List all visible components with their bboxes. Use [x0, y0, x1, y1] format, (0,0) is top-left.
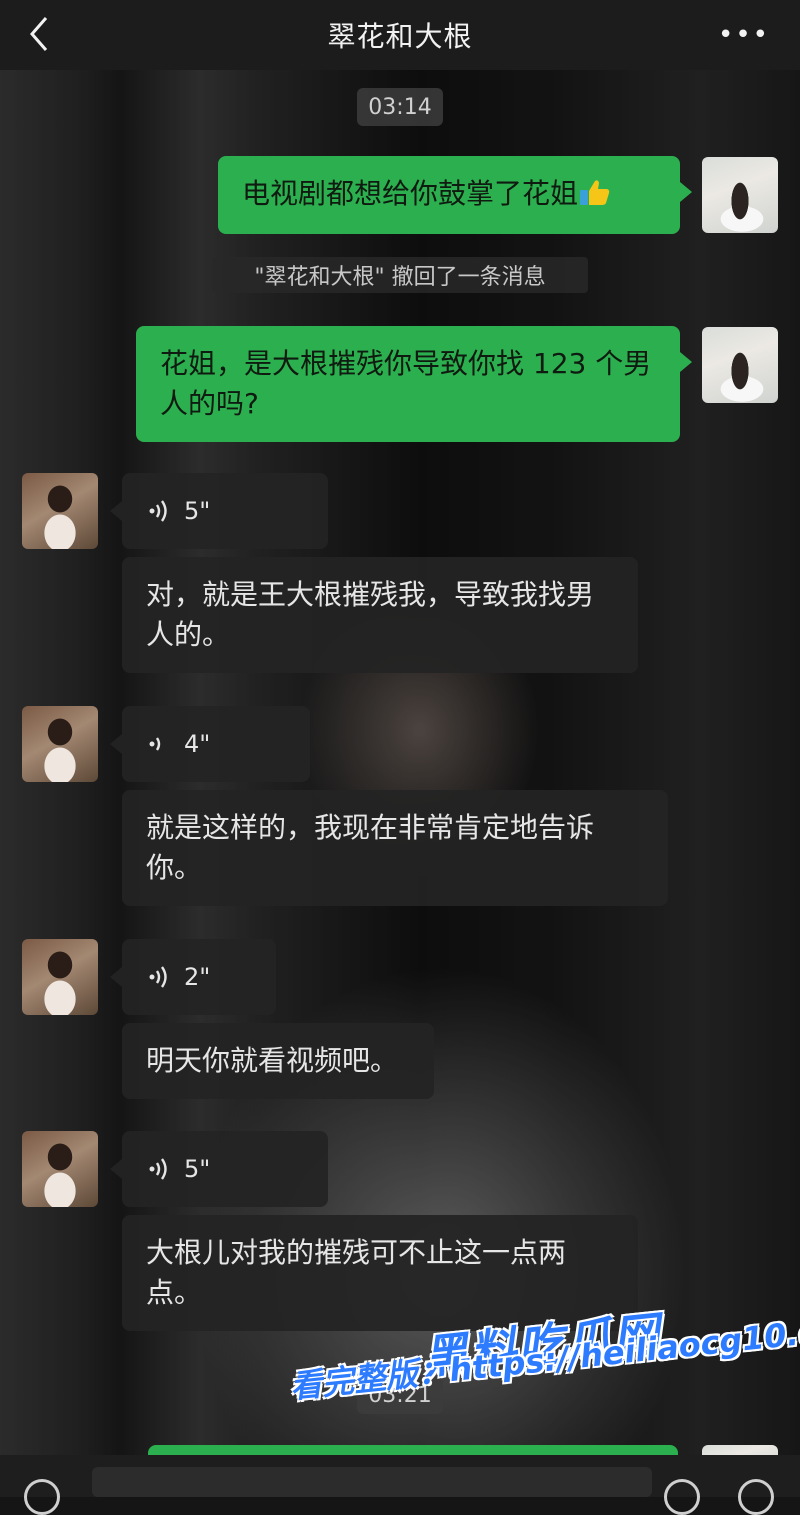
- my-avatar[interactable]: [702, 327, 778, 403]
- emoji-icon[interactable]: [664, 1479, 700, 1515]
- voice-duration: 4": [184, 730, 211, 758]
- sent-message[interactable]: 花姐，是大根摧残你导致你找 123 个男人的吗?: [136, 326, 692, 442]
- received-message[interactable]: 就是这样的，我现在非常肯定地告诉你。: [122, 790, 668, 906]
- message-text: 明天你就看视频吧。: [146, 1044, 399, 1077]
- voice-message[interactable]: 2": [110, 939, 276, 1015]
- timestamp: 03:14: [357, 88, 443, 126]
- voice-toggle-icon[interactable]: [24, 1479, 60, 1515]
- voice-message[interactable]: 5": [110, 1131, 328, 1207]
- voice-wave-icon: [149, 500, 167, 522]
- voice-duration: 2": [184, 963, 211, 991]
- input-bar: [0, 1455, 800, 1515]
- message-text: 电视剧都想给你鼓掌了花姐: [242, 177, 579, 210]
- back-chevron-icon[interactable]: [22, 12, 62, 56]
- message-text: 花姐，是大根摧残你导致你找 123 个男人的吗?: [160, 347, 652, 420]
- nav-bar: 翠花和大根 •••: [0, 0, 800, 70]
- recall-notice: "翠花和大根" 撤回了一条消息: [212, 257, 588, 293]
- voice-wave-icon: [149, 966, 167, 988]
- my-avatar[interactable]: [702, 157, 778, 233]
- add-icon[interactable]: [738, 1479, 774, 1515]
- message-text: 大根儿对我的摧残可不止这一点两点。: [146, 1236, 567, 1309]
- chat-title: 翠花和大根: [327, 20, 473, 53]
- message-text: 就是这样的，我现在非常肯定地告诉你。: [146, 811, 595, 884]
- more-options-icon[interactable]: •••: [718, 22, 770, 48]
- sent-message[interactable]: 电视剧都想给你鼓掌了花姐: [218, 156, 692, 234]
- contact-avatar[interactable]: [22, 706, 98, 782]
- voice-wave-icon: [149, 737, 161, 751]
- contact-avatar[interactable]: [22, 939, 98, 1015]
- message-text: 对，就是王大根摧残我，导致我找男人的。: [146, 578, 595, 651]
- voice-message[interactable]: 5": [110, 473, 328, 549]
- voice-message[interactable]: 4": [110, 706, 310, 782]
- voice-duration: 5": [184, 497, 211, 525]
- received-message[interactable]: 对，就是王大根摧残我，导致我找男人的。: [122, 557, 638, 673]
- message-input[interactable]: [92, 1467, 652, 1497]
- received-message[interactable]: 明天你就看视频吧。: [122, 1023, 434, 1099]
- contact-avatar[interactable]: [22, 1131, 98, 1207]
- voice-wave-icon: [149, 1158, 167, 1180]
- contact-avatar[interactable]: [22, 473, 98, 549]
- voice-duration: 5": [184, 1155, 211, 1183]
- thumbs-up-icon: [578, 177, 612, 207]
